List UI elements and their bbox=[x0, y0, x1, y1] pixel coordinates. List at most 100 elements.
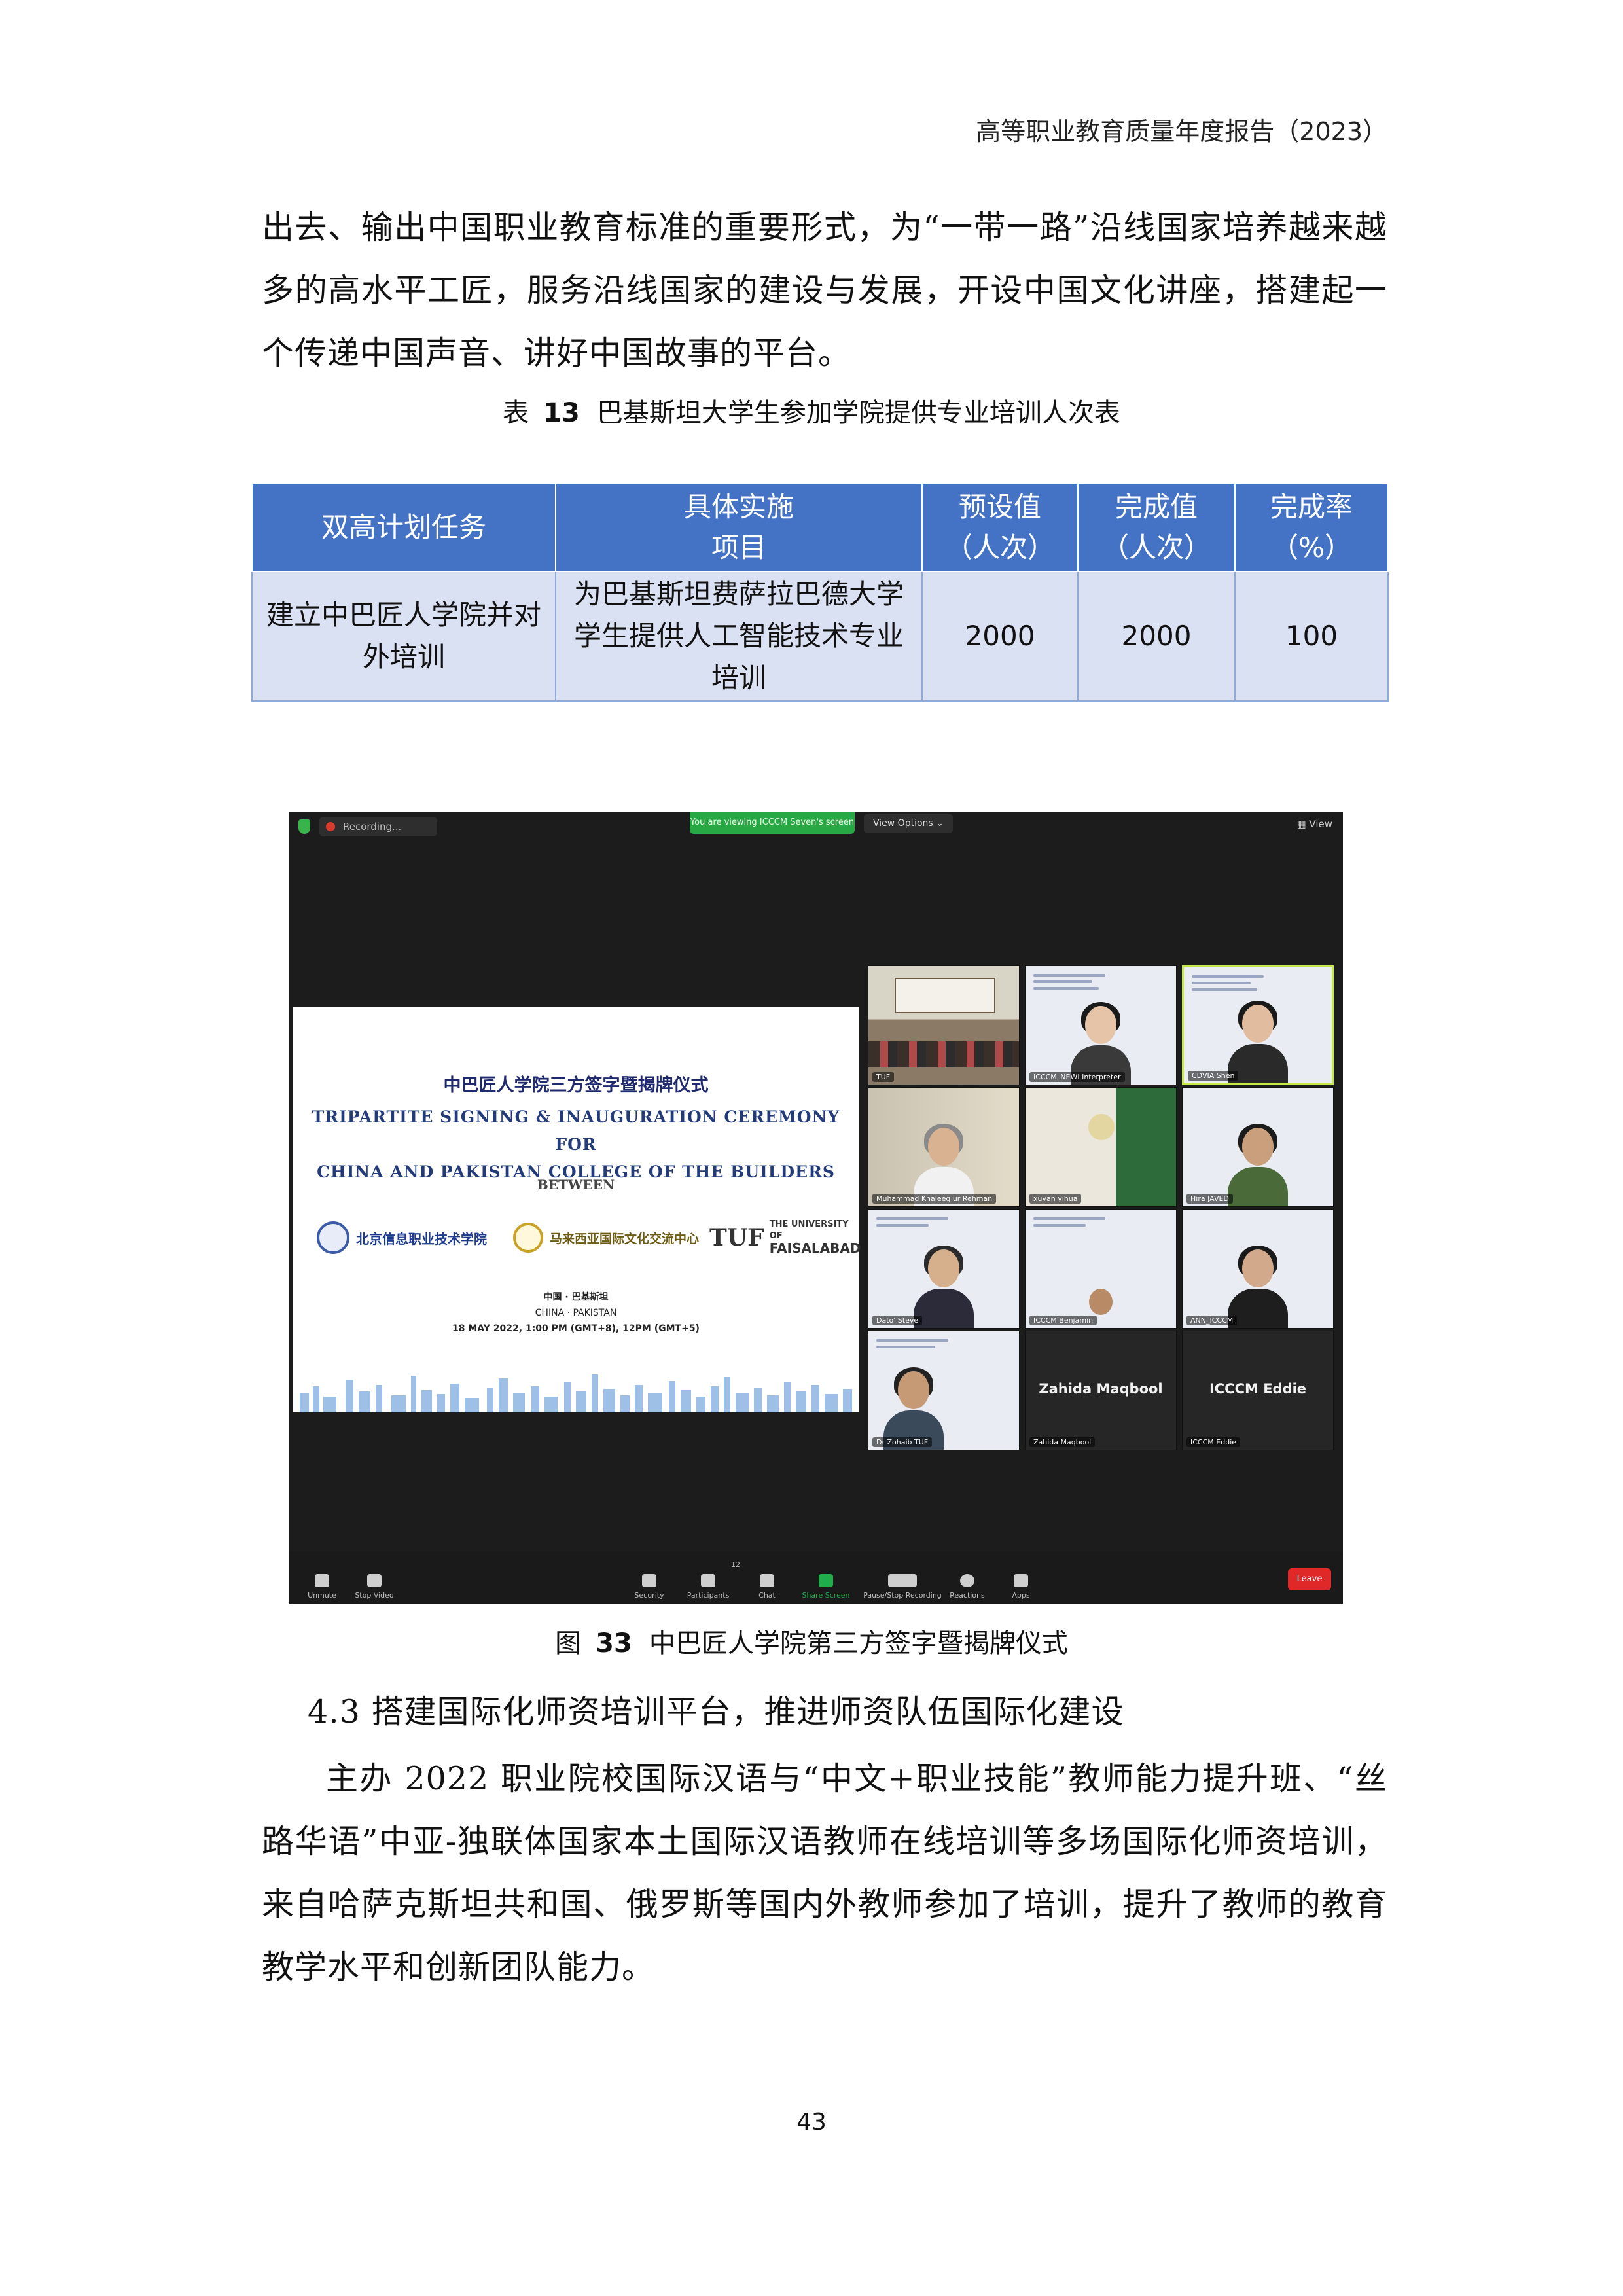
slide-date: 中国 · 巴基斯坦 CHINA · PAKISTAN 18 MAY 2022, … bbox=[293, 1289, 859, 1336]
apps-label: Apps bbox=[1012, 1591, 1030, 1600]
share-screen-button[interactable]: Share Screen bbox=[793, 1574, 859, 1600]
chat-icon bbox=[760, 1574, 774, 1587]
emblem-icon bbox=[1088, 1114, 1115, 1140]
logo-icccm: 马来西亚国际文化交流中心 bbox=[513, 1215, 699, 1261]
participant-name: Hira JAVED bbox=[1186, 1194, 1233, 1204]
skyline-graphic bbox=[300, 1374, 852, 1412]
slide-title-cn: 中巴匠人学院三方签字暨揭牌仪式 bbox=[443, 1075, 709, 1096]
reactions-label: Reactions bbox=[950, 1591, 985, 1600]
participant-tile-active-speaker[interactable]: CDVIA Shen bbox=[1182, 965, 1334, 1085]
view-label: View bbox=[1309, 818, 1332, 830]
table-caption-title: 巴基斯坦大学生参加学院提供专业培训人次表 bbox=[596, 398, 1120, 428]
leave-button[interactable]: Leave bbox=[1288, 1568, 1331, 1590]
participant-name: xuyan yihua bbox=[1029, 1194, 1082, 1204]
participant-name: Zahida Maqbool bbox=[1029, 1437, 1096, 1447]
slide-title-en: TRIPARTITE SIGNING & INAUGURATION CEREMO… bbox=[293, 1103, 859, 1186]
bitc-seal-icon bbox=[317, 1221, 349, 1254]
participant-name: ICCCM Eddie bbox=[1186, 1437, 1241, 1447]
stop-video-label: Stop Video bbox=[355, 1591, 394, 1600]
security-shield-icon bbox=[298, 819, 310, 834]
chat-button[interactable]: Chat bbox=[734, 1574, 800, 1600]
col-header-task: 双高计划任务 bbox=[251, 483, 556, 572]
meeting-screenshot: Recording... You are viewing ICCCM Seven… bbox=[289, 812, 1343, 1604]
col-header-rate: 完成率 （%） bbox=[1234, 483, 1389, 572]
figure-caption-title: 中巴匠人学院第三方签字暨揭牌仪式 bbox=[649, 1628, 1068, 1659]
share-screen-icon bbox=[819, 1574, 833, 1587]
participant-name: TUF bbox=[872, 1072, 895, 1082]
participant-name: Dato' Steve bbox=[872, 1316, 923, 1325]
shared-slide: 中巴匠人学院三方签字暨揭牌仪式 TRIPARTITE SIGNING & INA… bbox=[293, 1007, 861, 1412]
figure-caption-prefix: 图 bbox=[555, 1628, 582, 1659]
tuf-line1: THE UNIVERSITY OF bbox=[769, 1219, 849, 1241]
recording-indicator: Recording... bbox=[319, 817, 437, 836]
section-title: 搭建国际化师资培训平台，推进师资队伍国际化建设 bbox=[371, 1693, 1124, 1731]
participant-name: ICCCM Benjamin bbox=[1029, 1316, 1097, 1325]
audience-graphic bbox=[868, 1041, 1019, 1067]
stop-video-button[interactable]: Stop Video bbox=[342, 1574, 407, 1600]
figure-caption: 图 33 中巴匠人学院第三方签字暨揭牌仪式 bbox=[0, 1622, 1623, 1660]
participant-tile[interactable]: ICCCM_NEWI Interpreter bbox=[1025, 965, 1177, 1085]
share-banner: You are viewing ICCCM Seven's screen bbox=[690, 812, 855, 834]
cell-actual: 2000 bbox=[1077, 571, 1236, 702]
banner-graphic bbox=[895, 978, 995, 1013]
cell-project: 为巴基斯坦费萨拉巴德大学学生提供人工智能技术专业培训 bbox=[555, 571, 923, 702]
participant-tile[interactable]: Hira JAVED bbox=[1182, 1087, 1334, 1207]
pause-stop-recording-button[interactable]: Pause/Stop Recording bbox=[860, 1574, 945, 1600]
pause-stop-icon bbox=[888, 1574, 917, 1587]
record-dot-icon bbox=[326, 822, 335, 831]
logo-icccm-text: 马来西亚国际文化交流中心 bbox=[550, 1231, 700, 1246]
grid-icon: ▦ bbox=[1296, 818, 1310, 830]
participant-name: ANN_ICCCM bbox=[1186, 1316, 1238, 1325]
participant-tile[interactable]: ANN_ICCCM bbox=[1182, 1209, 1334, 1329]
participant-tile[interactable]: Dato' Steve bbox=[868, 1209, 1020, 1329]
col-header-project: 具体实施 项目 bbox=[555, 483, 923, 572]
reactions-icon bbox=[960, 1574, 974, 1587]
participant-tile-video-off[interactable]: Zahida Maqbool Zahida Maqbool bbox=[1025, 1331, 1177, 1450]
participant-tile[interactable]: TUF bbox=[868, 965, 1020, 1085]
share-screen-label: Share Screen bbox=[802, 1591, 850, 1600]
logo-bitc: 北京信息职业技术学院 bbox=[317, 1215, 487, 1261]
participant-tile[interactable]: Muhammad Khaleeq ur Rehman bbox=[868, 1087, 1020, 1207]
section-number: 4.3 bbox=[308, 1693, 361, 1731]
icccm-seal-icon bbox=[513, 1223, 543, 1253]
running-header: 高等职业教育质量年度报告（2023） bbox=[976, 117, 1387, 146]
section-paragraph: 主办 2022 职业院校国际汉语与“中文+职业技能”教师能力提升班、“丝路华语”… bbox=[262, 1760, 1387, 1986]
participant-tile[interactable]: Dr Zohaib TUF bbox=[868, 1331, 1020, 1450]
figure-caption-number: 33 bbox=[596, 1628, 632, 1659]
meeting-toolbar: Unmute Stop Video Security Participants … bbox=[289, 1551, 1343, 1604]
slide-location-cn: 中国 · 巴基斯坦 bbox=[543, 1292, 609, 1302]
page-number: 43 bbox=[796, 2109, 827, 2136]
participants-button[interactable]: Participants bbox=[675, 1574, 741, 1600]
participant-display-name: ICCCM Eddie bbox=[1209, 1381, 1307, 1397]
section-heading: 4.3 搭建国际化师资培训平台，推进师资队伍国际化建设 bbox=[308, 1686, 1124, 1732]
view-button[interactable]: ▦ View bbox=[1296, 818, 1332, 830]
mini-slide bbox=[1033, 1217, 1112, 1263]
apps-icon bbox=[1014, 1574, 1028, 1587]
table-caption-prefix: 表 bbox=[503, 398, 529, 428]
recording-label: Recording... bbox=[343, 821, 402, 833]
chat-label: Chat bbox=[758, 1591, 776, 1600]
table-row: 建立中巴匠人学院并对外培训 为巴基斯坦费萨拉巴德大学学生提供人工智能技术专业培训… bbox=[251, 571, 1389, 702]
security-button[interactable]: Security bbox=[616, 1574, 682, 1600]
participants-count: 12 bbox=[731, 1560, 740, 1569]
slide-datetime: 18 MAY 2022, 1:00 PM (GMT+8), 12PM (GMT+… bbox=[452, 1323, 700, 1334]
video-camera-icon bbox=[367, 1574, 382, 1587]
participant-video bbox=[914, 1246, 974, 1328]
slide-location-en: CHINA · PAKISTAN bbox=[535, 1308, 617, 1318]
col-header-target: 预设值 （人次） bbox=[921, 483, 1079, 572]
participant-video bbox=[1228, 1124, 1288, 1206]
participant-tile[interactable]: xuyan yihua bbox=[1025, 1087, 1177, 1207]
participants-label: Participants bbox=[687, 1591, 730, 1600]
participant-name: ICCCM_NEWI Interpreter bbox=[1029, 1072, 1125, 1082]
participant-tile[interactable]: ICCCM Benjamin bbox=[1025, 1209, 1177, 1329]
participant-name: CDVIA Shen bbox=[1188, 1071, 1239, 1081]
view-options-button[interactable]: View Options ⌄ bbox=[864, 814, 953, 833]
col-header-actual: 完成值 （人次） bbox=[1077, 483, 1236, 572]
slide-title-en-line1: TRIPARTITE SIGNING & INAUGURATION CEREMO… bbox=[312, 1107, 840, 1154]
table-header-row: 双高计划任务 具体实施 项目 预设值 （人次） 完成值 （人次） 完成率 （%） bbox=[251, 483, 1389, 572]
apps-button[interactable]: Apps bbox=[988, 1574, 1054, 1600]
cell-target: 2000 bbox=[921, 571, 1079, 702]
unmute-label: Unmute bbox=[308, 1591, 336, 1600]
participant-display-name: Zahida Maqbool bbox=[1039, 1381, 1163, 1397]
participant-tile-video-off[interactable]: ICCCM Eddie ICCCM Eddie bbox=[1182, 1331, 1334, 1450]
